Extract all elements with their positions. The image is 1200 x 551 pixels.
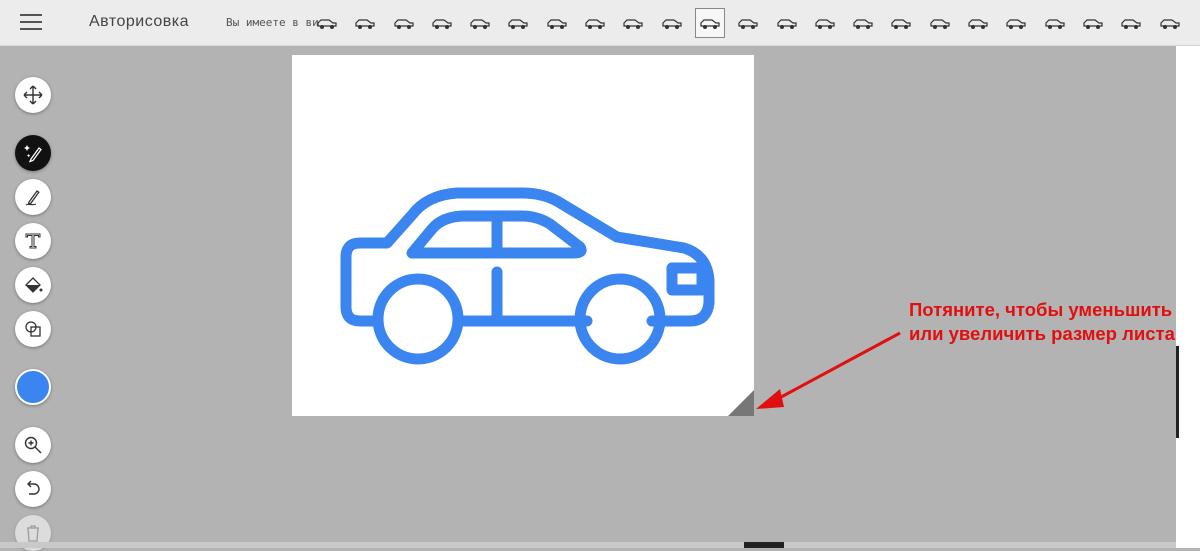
limo-top-icon[interactable] [427, 8, 457, 38]
color-picker-button[interactable] [15, 369, 51, 405]
coupe-icon[interactable] [580, 8, 610, 38]
bus-front-icon[interactable] [772, 8, 802, 38]
suv-icon[interactable] [657, 8, 687, 38]
race-car-icon[interactable] [503, 8, 533, 38]
sports-car-icon[interactable] [350, 8, 380, 38]
annotation-text: Потяните, чтобы уменьшить или увеличить … [909, 299, 1175, 344]
bus-icon[interactable] [733, 8, 763, 38]
sedan-side-icon[interactable] [694, 8, 725, 38]
van-front-icon[interactable] [1001, 8, 1031, 38]
scroll-thumb-horizontal[interactable] [744, 542, 784, 548]
pencil-icon [25, 190, 40, 206]
tow-truck-icon[interactable] [886, 8, 916, 38]
shapes-icon [25, 321, 41, 337]
car-top-icon[interactable] [389, 8, 419, 38]
paint-bucket-icon [25, 277, 43, 293]
app-title: Авторисовка [89, 13, 190, 30]
roadster-icon[interactable] [963, 8, 993, 38]
beetle-icon[interactable] [542, 8, 572, 38]
semi-truck-icon[interactable] [848, 8, 878, 38]
shape-tool-button[interactable] [15, 311, 51, 347]
zoom-tool-button[interactable] [15, 427, 51, 463]
text-t-icon [25, 233, 41, 249]
suggestion-hint: Вы имеете в ви [226, 16, 318, 29]
horizontal-scrollbar[interactable] [0, 542, 1176, 548]
vertical-scrollbar[interactable] [1176, 46, 1200, 548]
annotation-arrow [756, 331, 901, 409]
fill-tool-button[interactable] [15, 267, 51, 303]
zoom-icon [24, 436, 42, 454]
autodraw-tool-button[interactable] [15, 135, 51, 171]
sedan-front-icon[interactable] [312, 8, 342, 38]
trash-icon [27, 525, 39, 542]
limousine-icon[interactable] [1155, 8, 1185, 38]
car-drawing [340, 187, 715, 365]
magic-pen-icon [24, 145, 42, 163]
drawing-sheet[interactable] [292, 55, 754, 416]
undo-tool-button[interactable] [15, 471, 51, 507]
pickup-icon[interactable] [465, 8, 495, 38]
move-arrows-icon [23, 85, 43, 105]
bus-front-icon-2[interactable] [1116, 8, 1146, 38]
hatchback-icon[interactable] [618, 8, 648, 38]
undo-icon [27, 480, 40, 495]
truck-front-icon[interactable] [925, 8, 955, 38]
scroll-thumb-vertical[interactable] [1176, 346, 1179, 438]
move-tool-button[interactable] [15, 77, 51, 113]
station-wagon-icon[interactable] [1040, 8, 1070, 38]
minivan-icon[interactable] [1078, 8, 1108, 38]
hamburger-icon[interactable] [20, 14, 42, 32]
type-tool-button[interactable] [15, 223, 51, 259]
suggestion-strip [312, 7, 1193, 39]
fire-truck-icon[interactable] [810, 8, 840, 38]
top-bar: Авторисовка Вы имеете в ви [0, 0, 1200, 46]
draw-tool-button[interactable] [15, 179, 51, 215]
